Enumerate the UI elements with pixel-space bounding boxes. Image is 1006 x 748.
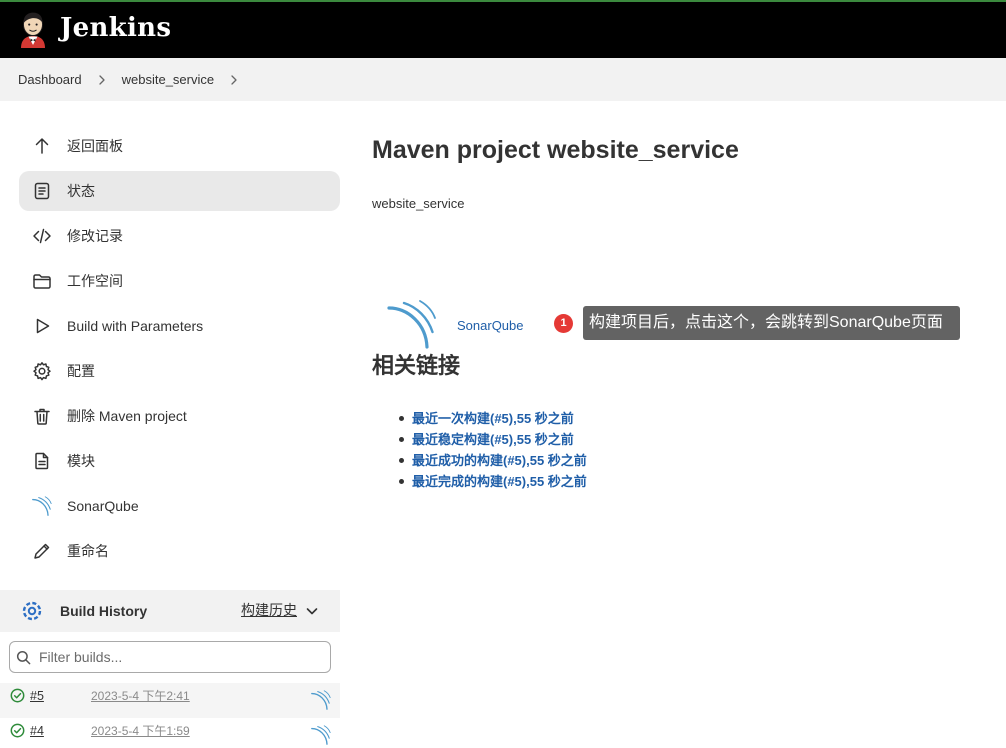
filter-builds-field[interactable] xyxy=(9,641,331,673)
trash-icon xyxy=(32,406,52,426)
pencil-icon xyxy=(32,541,52,561)
related-link-last-completed-build[interactable]: 最近完成的构建(#5),55 秒之前 xyxy=(412,474,587,489)
list-item: 最近一次构建(#5),55 秒之前 xyxy=(372,408,587,429)
build-trend-link[interactable]: 构建历史 xyxy=(241,601,297,619)
sidebar-item-changes[interactable]: 修改记录 xyxy=(19,216,340,256)
list-item: 最近成功的构建(#5),55 秒之前 xyxy=(372,450,587,471)
build-row: #4 2023-5-4 下午1:59 xyxy=(0,718,340,748)
sidebar-item-label: Build with Parameters xyxy=(67,318,204,334)
sidebar-item-workspace[interactable]: 工作空间 xyxy=(19,261,340,301)
sidebar-item-label: 工作空间 xyxy=(67,273,123,289)
chevron-right-icon[interactable] xyxy=(229,74,239,85)
top-header: Jenkins xyxy=(0,0,1006,58)
sidebar-item-modules[interactable]: 模块 xyxy=(19,441,340,481)
build-row: #5 2023-5-4 下午2:41 xyxy=(0,683,340,718)
project-description: website_service xyxy=(372,196,465,211)
sidebar-item-label: 模块 xyxy=(67,453,95,469)
build-history-panel: Build History 构建历史 #5 2023-5-4 下午2:41 xyxy=(0,590,340,748)
sonarqube-icon[interactable] xyxy=(311,690,331,710)
related-links-heading: 相关链接 xyxy=(372,353,461,378)
related-link-last-successful-build[interactable]: 最近成功的构建(#5),55 秒之前 xyxy=(412,453,587,468)
sidebar-item-label: 配置 xyxy=(67,363,95,379)
list-item: 最近完成的构建(#5),55 秒之前 xyxy=(372,471,587,492)
related-link-last-stable-build[interactable]: 最近稳定构建(#5),55 秒之前 xyxy=(412,432,574,447)
sidebar-item-label: 重命名 xyxy=(67,543,109,559)
related-link-last-build[interactable]: 最近一次构建(#5),55 秒之前 xyxy=(412,411,574,426)
filter-builds-input[interactable] xyxy=(39,649,299,665)
task-list: 返回面板 状态 修改记录 工作空间 Build with Parameters xyxy=(19,126,340,576)
jenkins-home-link[interactable]: Jenkins xyxy=(17,2,187,58)
success-check-icon[interactable] xyxy=(10,688,25,703)
related-links-list: 最近一次构建(#5),55 秒之前 最近稳定构建(#5),55 秒之前 最近成功… xyxy=(372,408,587,492)
jenkins-butler-icon xyxy=(21,12,45,48)
sidebar-item-label: 返回面板 xyxy=(67,138,123,154)
search-icon xyxy=(16,650,31,665)
list-item: 最近稳定构建(#5),55 秒之前 xyxy=(372,429,587,450)
gear-icon xyxy=(32,361,52,381)
build-time-link[interactable]: 2023-5-4 下午2:41 xyxy=(91,689,190,704)
sidebar-item-configure[interactable]: 配置 xyxy=(19,351,340,391)
sidebar-item-label: 删除 Maven project xyxy=(67,408,187,424)
page-title: Maven project website_service xyxy=(372,136,739,164)
build-number-link[interactable]: #5 xyxy=(30,689,44,704)
build-filter-area xyxy=(0,632,340,683)
build-number-link[interactable]: #4 xyxy=(30,724,44,739)
build-history-icon xyxy=(20,599,44,623)
sonarqube-icon xyxy=(387,300,436,349)
code-icon xyxy=(32,226,52,246)
chevron-down-icon[interactable] xyxy=(305,604,319,618)
document-icon xyxy=(32,181,52,201)
sonarqube-icon xyxy=(32,496,52,516)
sonarqube-icon[interactable] xyxy=(311,725,331,745)
sidebar-item-delete-project[interactable]: 删除 Maven project xyxy=(19,396,340,436)
breadcrumb-website-service[interactable]: website_service xyxy=(122,72,215,88)
module-icon xyxy=(32,451,52,471)
sidebar-item-status[interactable]: 状态 xyxy=(19,171,340,211)
chevron-right-icon[interactable] xyxy=(97,74,107,85)
annotation-badge: 1 xyxy=(554,314,573,333)
sonarqube-icon-link[interactable] xyxy=(387,299,437,349)
folder-icon xyxy=(32,271,52,291)
build-time-link[interactable]: 2023-5-4 下午1:59 xyxy=(91,724,190,739)
sidebar-item-build-with-parameters[interactable]: Build with Parameters xyxy=(19,306,340,346)
breadcrumb: Dashboard website_service xyxy=(0,58,1006,101)
main-content: Maven project website_service website_se… xyxy=(340,101,1006,748)
sidebar-item-label: 状态 xyxy=(67,183,95,199)
breadcrumb-dashboard[interactable]: Dashboard xyxy=(18,72,82,88)
sidebar-item-back-to-dashboard[interactable]: 返回面板 xyxy=(19,126,340,166)
sidebar-item-label: 修改记录 xyxy=(67,228,123,244)
arrow-up-icon xyxy=(32,136,52,156)
sidebar-item-sonarqube[interactable]: SonarQube xyxy=(19,486,340,526)
success-check-icon[interactable] xyxy=(10,723,25,738)
sidebar-item-rename[interactable]: 重命名 xyxy=(19,531,340,571)
annotation-callout: 构建项目后，点击这个，会跳转到SonarQube页面 xyxy=(583,306,960,340)
side-panel: 返回面板 状态 修改记录 工作空间 Build with Parameters xyxy=(0,101,340,748)
sonarqube-link[interactable]: SonarQube xyxy=(457,318,524,334)
sidebar-item-label: SonarQube xyxy=(67,498,139,514)
build-history-title: Build History xyxy=(60,603,148,619)
app-title: Jenkins xyxy=(60,13,172,43)
build-history-header: Build History 构建历史 xyxy=(0,590,340,632)
play-icon xyxy=(32,316,52,336)
